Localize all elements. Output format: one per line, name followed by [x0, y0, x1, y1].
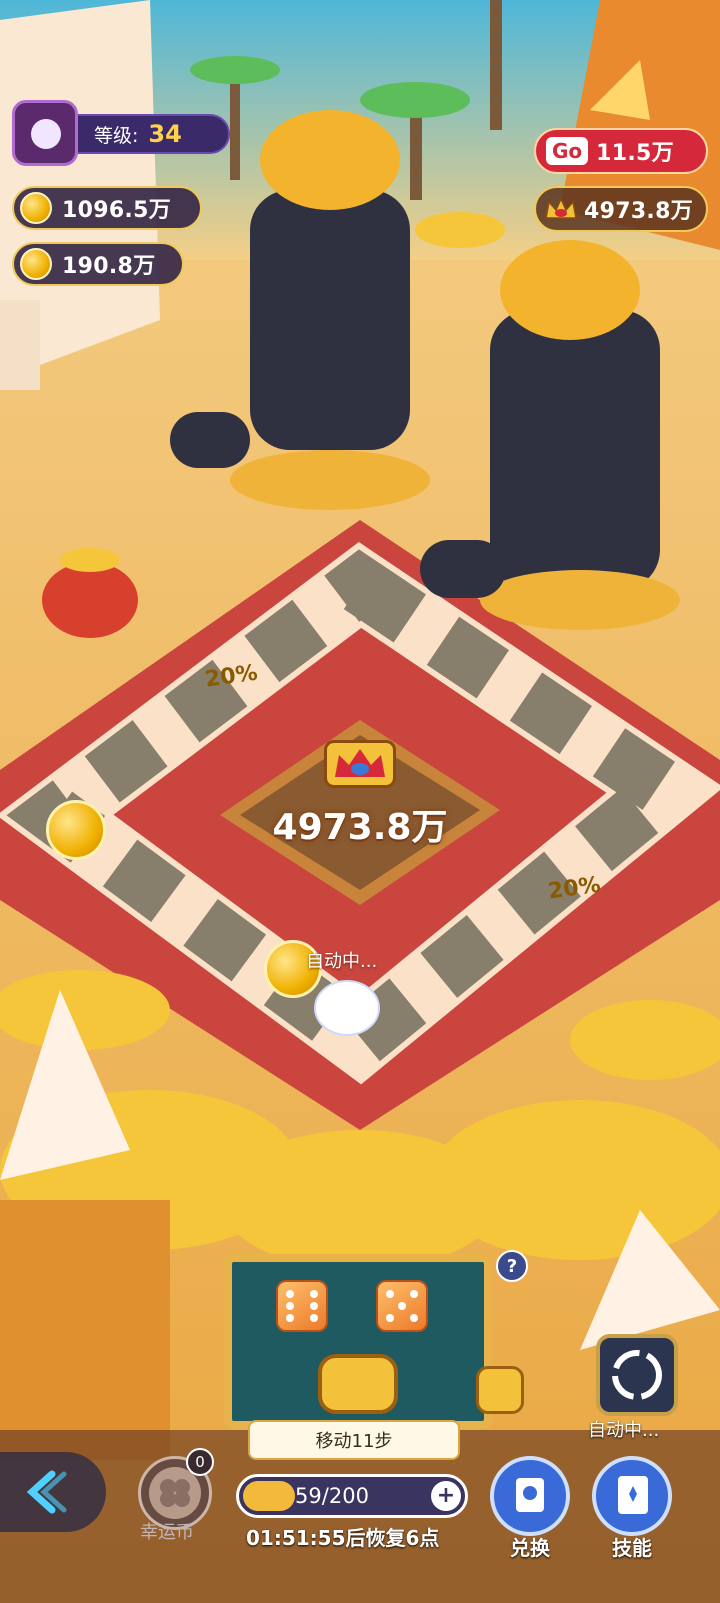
player-character: [314, 980, 380, 1036]
lucky-count-badge: 0: [186, 1448, 214, 1476]
crown-icon: [544, 196, 578, 222]
refresh-icon: [612, 1350, 662, 1400]
crown-currency-pill[interactable]: 4973.8万: [534, 186, 708, 232]
skill-label: 技能: [612, 1536, 652, 1560]
exchange-label: 兑换: [510, 1536, 550, 1560]
skill-book-icon: [618, 1476, 648, 1514]
star-coin: [46, 800, 106, 860]
coin-icon: [20, 248, 52, 280]
die-left-icon: [276, 1280, 328, 1332]
dice-roll-button[interactable]: [318, 1354, 398, 1414]
coins-primary-pill[interactable]: 1096.5万: [12, 186, 202, 230]
energy-recover-timer: 01:51:55后恢复6点: [246, 1526, 440, 1550]
crown-emblem-icon: [324, 740, 396, 788]
level-value: 34: [148, 120, 182, 148]
skill-button[interactable]: [592, 1456, 672, 1536]
tap-hint-hand-icon: [476, 1366, 524, 1414]
coins-secondary-pill[interactable]: 190.8万: [12, 242, 184, 286]
coins-primary-value: 1096.5万: [62, 198, 171, 223]
avatar-face-icon: [31, 119, 61, 149]
die-right-icon: [376, 1280, 428, 1332]
exchange-button[interactable]: [490, 1456, 570, 1536]
help-button[interactable]: ?: [496, 1250, 528, 1282]
coins-secondary-value: 190.8万: [62, 254, 156, 279]
back-button[interactable]: [0, 1452, 106, 1532]
go-currency-pill[interactable]: Go 11.5万: [534, 128, 708, 174]
penguin-bird: [420, 540, 506, 598]
avatar[interactable]: [12, 100, 78, 166]
level-label: 等级:: [94, 124, 139, 147]
go-icon: Go: [546, 137, 589, 165]
add-energy-button[interactable]: +: [431, 1481, 461, 1511]
level-badge[interactable]: 等级: 34: [12, 100, 230, 166]
auto-play-label: 自动中...: [588, 1420, 660, 1441]
exchange-icon: [516, 1478, 544, 1512]
go-value: 11.5万: [596, 141, 674, 166]
energy-text: 59/200: [295, 1484, 369, 1508]
auto-play-button[interactable]: [596, 1334, 678, 1416]
energy-bar: 59/200 +: [236, 1474, 468, 1518]
auto-status-text: 自动中...: [306, 951, 378, 972]
lucky-coin-label: 幸运币: [140, 1522, 194, 1543]
jackpot-amount: 4973.8万: [272, 807, 448, 848]
penguin-bird: [170, 412, 250, 468]
jackpot-display: 4973.8万: [230, 740, 490, 890]
level-bar: 等级: 34: [68, 114, 230, 154]
crown-value: 4973.8万: [584, 199, 693, 224]
coin-icon: [20, 192, 52, 224]
back-arrow-icon: [26, 1470, 67, 1514]
move-steps-label: 移动11步: [248, 1420, 460, 1460]
